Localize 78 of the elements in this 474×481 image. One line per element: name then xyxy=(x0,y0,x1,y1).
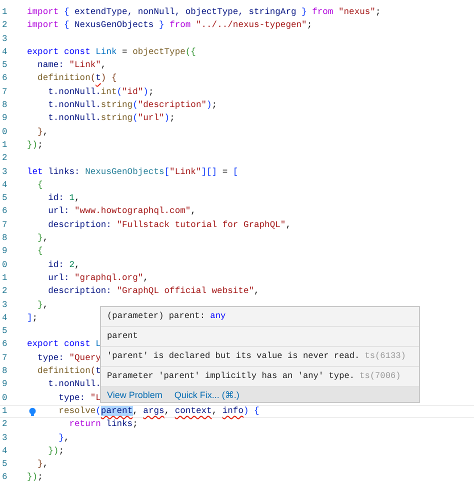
code-line: id: 2, xyxy=(47,258,80,272)
code-line: import { extendType, nonNull, objectType, stringArg } from "nexus"; xyxy=(27,6,381,19)
line-number: 4 xyxy=(2,178,8,192)
line-number: 2 xyxy=(2,152,8,166)
line-number: 7 xyxy=(2,352,8,365)
line-number: 3 xyxy=(2,432,8,444)
line-number: 8 xyxy=(2,365,8,378)
line-number: 8 xyxy=(2,99,8,112)
code-line: resolve(parent, args, context, info) { xyxy=(58,406,260,418)
line-number: 1 xyxy=(2,406,8,418)
line-number: 0 xyxy=(2,392,8,405)
code-line: }); xyxy=(47,444,64,458)
problem-code: ts(6133) xyxy=(364,350,406,363)
line-number: 5 xyxy=(2,325,8,338)
doc-text: parent xyxy=(101,327,419,347)
line-number: 3 xyxy=(2,298,8,312)
line-number: 7 xyxy=(2,218,8,232)
code-line: export const Link = objectType({ xyxy=(27,46,196,59)
code-line: t.nonNull.string("url"); xyxy=(47,112,175,126)
code-line: t.nonNull.int("id"); xyxy=(47,86,154,99)
code-line: }); xyxy=(27,471,43,481)
code-line: name: "Link", xyxy=(36,59,106,72)
line-number: 2 xyxy=(2,285,8,298)
line-number: 4 xyxy=(2,312,8,325)
line-number: 4 xyxy=(2,46,8,59)
code-line: let links: NexusGenObjects["Link"][] = [ xyxy=(27,166,238,179)
code-line: t.nonNull.string("description"); xyxy=(47,99,218,112)
code-line: description: "Fullstack tutorial for GraphQL", xyxy=(47,218,291,232)
line-number: 2 xyxy=(2,19,8,32)
code-line: import { NexusGenObjects } from "../../nexus-typegen"; xyxy=(27,19,312,32)
lightbulb-icon[interactable] xyxy=(28,406,37,417)
line-number: 7 xyxy=(2,86,8,99)
code-line: description: "GraphQL official website", xyxy=(47,285,260,298)
code-line: export const L xyxy=(27,338,101,352)
line-number: 9 xyxy=(2,112,8,126)
code-line: type: "L xyxy=(58,392,101,405)
line-number: 2 xyxy=(2,418,8,432)
code-line: }, xyxy=(36,232,48,246)
problem-message: Parameter 'parent' implicitly has an 'any' type. xyxy=(107,370,355,383)
problem-message: 'parent' is declared but its value is never read. xyxy=(107,350,360,363)
line-number: 6 xyxy=(2,471,8,481)
line-number: 8 xyxy=(2,232,8,246)
line-number: 0 xyxy=(2,258,8,272)
line-number: 4 xyxy=(2,444,8,458)
action-link[interactable]: Quick Fix... (⌘.) xyxy=(174,390,240,400)
code-line: type: "Query xyxy=(36,352,101,365)
code-line: return links; xyxy=(68,418,138,432)
code-line: }); xyxy=(27,138,43,152)
line-number: 1 xyxy=(2,138,8,152)
line-number: 0 xyxy=(2,126,8,139)
code-line: }, xyxy=(58,432,70,444)
signature-text: (parameter) parent: any xyxy=(101,307,419,327)
line-number: 1 xyxy=(2,6,8,19)
line-number: 5 xyxy=(2,192,8,206)
line-number: 1 xyxy=(2,272,8,285)
code-line: definition(t) { xyxy=(36,72,117,86)
line-number: 6 xyxy=(2,338,8,352)
code-line: }, xyxy=(36,126,48,139)
code-line: ]; xyxy=(27,312,38,325)
line-number: 9 xyxy=(2,378,8,392)
code-line: { xyxy=(36,178,43,192)
code-line: }, xyxy=(36,458,48,472)
line-number: 6 xyxy=(2,72,8,86)
line-number: 3 xyxy=(2,166,8,179)
problem-code: ts(7006) xyxy=(360,370,401,383)
code-line: url: "www.howtographql.com", xyxy=(47,205,196,218)
code-line: }, xyxy=(36,298,48,312)
code-line: t.nonNull. xyxy=(47,378,101,392)
line-number: 6 xyxy=(2,205,8,218)
line-number: 3 xyxy=(2,32,8,46)
code-line: url: "graphql.org", xyxy=(47,272,148,285)
line-number: 5 xyxy=(2,59,8,72)
code-line: { xyxy=(36,245,43,258)
line-number: 9 xyxy=(2,245,8,258)
line-number: 5 xyxy=(2,458,8,472)
code-line: definition(t xyxy=(36,365,101,378)
code-line: id: 1, xyxy=(47,192,80,206)
action-link[interactable]: View Problem xyxy=(107,390,162,400)
